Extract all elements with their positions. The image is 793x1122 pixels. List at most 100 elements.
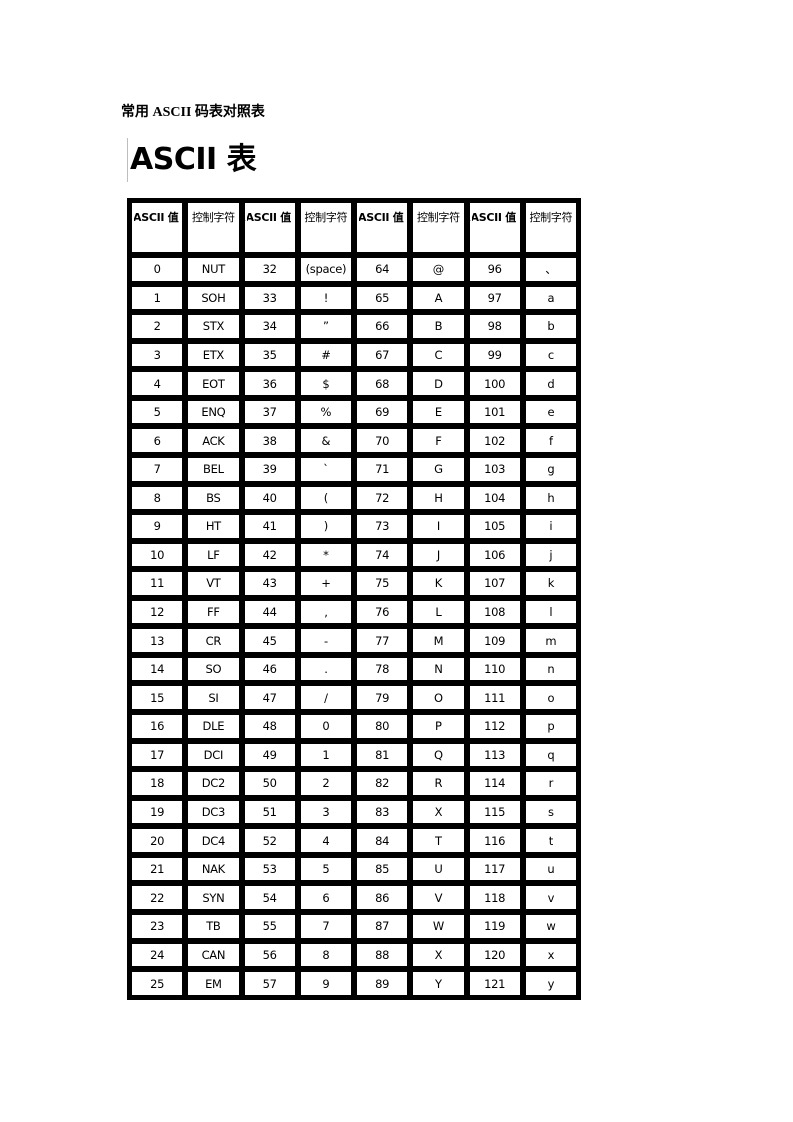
control-char-cell: ENQ [186, 398, 241, 426]
control-char-cell: SOH [186, 284, 241, 312]
ascii-value-cell: 22 [130, 884, 185, 911]
control-char-cell: 6 [298, 884, 353, 911]
control-char-cell: h [523, 484, 578, 512]
control-char-cell: & [298, 427, 353, 454]
control-char-cell: SYN [186, 884, 241, 911]
control-char-cell: 1 [298, 741, 353, 769]
control-char-cell: DC4 [186, 827, 241, 854]
control-char-cell: CAN [186, 941, 241, 969]
control-char-cell: BEL [186, 455, 241, 483]
ascii-value-cell: 17 [130, 741, 185, 769]
ascii-value-cell: 66 [355, 313, 410, 340]
header-ascii-value: ASCII 值 [242, 201, 297, 254]
control-char-cell: m [523, 627, 578, 654]
control-char-cell: 5 [298, 855, 353, 883]
control-char-cell: * [298, 541, 353, 569]
ascii-value-cell: 112 [467, 713, 522, 740]
control-char-cell: LF [186, 541, 241, 569]
table-row: 19 DC3 51 3 83 X 115 s [130, 798, 578, 826]
ascii-value-cell: 77 [355, 627, 410, 654]
ascii-value-cell: 73 [355, 513, 410, 540]
control-char-cell: 0 [298, 713, 353, 740]
ascii-value-cell: 105 [467, 513, 522, 540]
control-char-cell: ACK [186, 427, 241, 454]
control-char-cell: SO [186, 655, 241, 683]
ascii-value-cell: 41 [242, 513, 297, 540]
table-row: 11 VT 43 +75 K 107 k [130, 570, 578, 597]
ascii-value-cell: 88 [355, 941, 410, 969]
table-body: 0 NUT 32 (space) 64 @96、 1 SOH 33! 65 A 97 a 2 STX 34” 6… [130, 256, 578, 997]
control-char-cell: + [298, 570, 353, 597]
header-control-char: 控制字符 [411, 201, 466, 254]
header-ascii-value: ASCII 值 [355, 201, 410, 254]
control-char-cell: f [523, 427, 578, 454]
ascii-value-cell: 99 [467, 341, 522, 369]
control-char-cell: TB [186, 912, 241, 940]
control-char-cell: - [298, 627, 353, 654]
control-char-cell: DC3 [186, 798, 241, 826]
control-char-cell: ( [298, 484, 353, 512]
ascii-value-cell: 74 [355, 541, 410, 569]
ascii-value-cell: 65 [355, 284, 410, 312]
control-char-cell: @ [411, 256, 466, 283]
control-char-cell: , [298, 598, 353, 626]
control-char-cell: L [411, 598, 466, 626]
table-row: 20 DC4 52 4 84 T 116 t [130, 827, 578, 854]
table-row: 25 EM 57 9 89 Y 121 y [130, 970, 578, 997]
control-char-cell: FF [186, 598, 241, 626]
ascii-value-cell: 8 [130, 484, 185, 512]
control-char-cell: ETX [186, 341, 241, 369]
control-char-cell: BS [186, 484, 241, 512]
ascii-value-cell: 39 [242, 455, 297, 483]
control-char-cell: % [298, 398, 353, 426]
control-char-cell: 4 [298, 827, 353, 854]
ascii-value-cell: 33 [242, 284, 297, 312]
ascii-value-cell: 79 [355, 684, 410, 711]
table-row: 18 DC2 50 2 82 R 114 r [130, 770, 578, 797]
table-row: 21 NAK 53 5 85 U 117 u [130, 855, 578, 883]
control-char-cell: G [411, 455, 466, 483]
page-heading: ASCII 表 [130, 142, 257, 177]
ascii-table: ASCII 值 控制字符 ASCII 值 控制字符 ASCII 值 控制字符 A… [127, 198, 581, 1000]
ascii-value-cell: 37 [242, 398, 297, 426]
table-row: 8 BS 40(72 H 104 h [130, 484, 578, 512]
table-row: 0 NUT 32 (space) 64 @96、 [130, 256, 578, 283]
ascii-value-cell: 115 [467, 798, 522, 826]
ascii-value-cell: 102 [467, 427, 522, 454]
control-char-cell: DLE [186, 713, 241, 740]
control-char-cell: k [523, 570, 578, 597]
ascii-value-cell: 121 [467, 970, 522, 997]
ascii-value-cell: 48 [242, 713, 297, 740]
control-char-cell: I [411, 513, 466, 540]
table-row: 4 EOT 36 $68 D 100 d [130, 370, 578, 397]
document-title: 常用 ASCII 码表对照表 [121, 105, 265, 120]
ascii-value-cell: 0 [130, 256, 185, 283]
control-char-cell: X [411, 941, 466, 969]
control-char-cell: (space) [298, 256, 353, 283]
ascii-value-cell: 68 [355, 370, 410, 397]
control-char-cell: ” [298, 313, 353, 340]
ascii-value-cell: 110 [467, 655, 522, 683]
ascii-value-cell: 3 [130, 341, 185, 369]
ascii-value-cell: 45 [242, 627, 297, 654]
control-char-cell: # [298, 341, 353, 369]
table-row: 15 SI 47/79 O 111 o [130, 684, 578, 711]
control-char-cell: DC2 [186, 770, 241, 797]
control-char-cell: R [411, 770, 466, 797]
control-char-cell: r [523, 770, 578, 797]
control-char-cell: w [523, 912, 578, 940]
ascii-value-cell: 84 [355, 827, 410, 854]
control-char-cell: C [411, 341, 466, 369]
ascii-value-cell: 75 [355, 570, 410, 597]
control-char-cell: U [411, 855, 466, 883]
control-char-cell: . [298, 655, 353, 683]
control-char-cell: o [523, 684, 578, 711]
ascii-value-cell: 14 [130, 655, 185, 683]
control-char-cell: H [411, 484, 466, 512]
control-char-cell: u [523, 855, 578, 883]
table-row: 3 ETX 35 #67 C 99 c [130, 341, 578, 369]
ascii-value-cell: 114 [467, 770, 522, 797]
control-char-cell: Q [411, 741, 466, 769]
control-char-cell: $ [298, 370, 353, 397]
ascii-value-cell: 117 [467, 855, 522, 883]
